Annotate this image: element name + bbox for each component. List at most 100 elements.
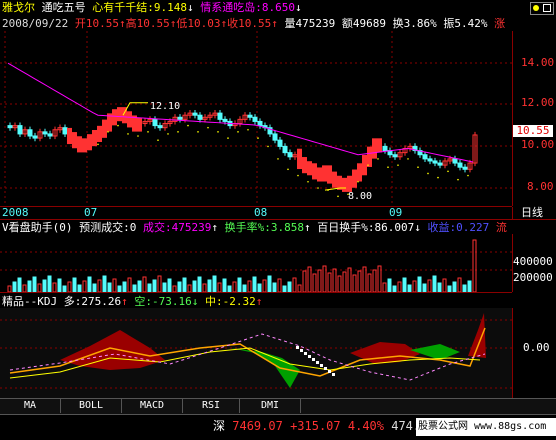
- candle-body: [137, 117, 142, 132]
- candle-body: [42, 131, 48, 135]
- candle-body: [372, 138, 377, 159]
- volume-bar: [82, 280, 87, 292]
- arrow-down-icon: ↓: [414, 221, 421, 234]
- arrow-up-icon: ↑: [303, 221, 311, 234]
- trail-dot: [217, 131, 219, 133]
- open-label: 开: [74, 17, 86, 30]
- bull-label: 多:: [63, 295, 82, 308]
- tab-macd[interactable]: MACD: [122, 399, 183, 413]
- volume-bar: [272, 282, 277, 292]
- volume-bar: [322, 265, 327, 292]
- candle-body: [72, 132, 77, 149]
- arrow-up-icon: ↑: [255, 295, 263, 308]
- volume-bar: [377, 265, 382, 292]
- tab-rsi[interactable]: RSI: [183, 399, 240, 413]
- price-panel[interactable]: 12.10 8.00: [0, 31, 512, 207]
- kdj-marker: [324, 367, 327, 370]
- arrow-up-icon: ↑: [211, 221, 218, 234]
- volume-bar: [352, 274, 357, 292]
- volume-bar: [247, 280, 252, 292]
- watermark: 股票公式网 www.88gs.com: [416, 418, 556, 436]
- volume-bar: [412, 280, 417, 292]
- volume-bar: [397, 281, 402, 292]
- volume-bar: [57, 278, 62, 292]
- kdj-panel[interactable]: [0, 308, 512, 398]
- volume-bar: [432, 275, 437, 292]
- circle-icon[interactable]: [533, 5, 539, 11]
- volume-bar: [142, 276, 147, 292]
- candle-body: [377, 138, 382, 153]
- candle-body: [452, 158, 458, 164]
- volume-bar: [222, 278, 227, 292]
- candle-body: [7, 125, 13, 129]
- volume-bar: [267, 275, 272, 292]
- candle-body: [27, 129, 33, 137]
- volume-bar: [17, 277, 22, 292]
- volume-bar: [127, 277, 132, 292]
- trail-dot: [247, 128, 249, 131]
- volume-bar: [232, 281, 237, 292]
- arrow-up-icon: ↑: [121, 295, 128, 308]
- candle-body: [17, 125, 23, 135]
- date-value: 2008/09/22: [2, 17, 69, 30]
- trail-dot: [147, 131, 149, 133]
- earnings: 收益:0.227: [427, 221, 490, 234]
- flow-label: 流: [495, 221, 507, 234]
- index-quote: 深 7469.07 +315.07 4.40% 474.92亿: [213, 419, 447, 433]
- volume-bar: [337, 275, 342, 292]
- trail-dot: [287, 168, 289, 171]
- trail-dot: [107, 131, 109, 133]
- volume-bar: [452, 281, 457, 292]
- candle-body: [47, 133, 53, 137]
- volume-bar: [317, 269, 322, 292]
- volume-bar: [102, 275, 107, 292]
- arrow-down-icon: ↓: [187, 1, 194, 14]
- candle-body: [322, 165, 327, 182]
- candle-body: [62, 127, 68, 135]
- trail-dot: [137, 135, 139, 137]
- close-label: 收: [227, 17, 239, 30]
- current-price-marker: 10.55: [513, 125, 553, 137]
- square-icon[interactable]: [543, 4, 551, 12]
- volume-bar: [227, 285, 232, 292]
- trail-dot: [317, 187, 319, 189]
- period-selector[interactable]: 日线: [512, 207, 556, 220]
- volume-bar: [62, 285, 67, 292]
- date-label: 09: [389, 206, 403, 219]
- volume-bar: [422, 283, 427, 292]
- tab-boll[interactable]: BOLL: [61, 399, 122, 413]
- candle-body: [152, 118, 158, 127]
- candle-body: [327, 165, 332, 184]
- volume-bar: [157, 275, 162, 292]
- trail-dot: [127, 133, 129, 135]
- predicted-volume: 预测成交:0: [79, 221, 137, 234]
- volume-bar: [97, 279, 102, 292]
- volume-bar: [462, 284, 467, 292]
- candle-body: [247, 114, 253, 118]
- tab-dmi[interactable]: DMI: [240, 399, 301, 413]
- trail-dot: [367, 164, 369, 166]
- trail-dot: [457, 178, 459, 181]
- volume-bar: [302, 270, 307, 292]
- price-tick: 12.00: [521, 96, 555, 109]
- tab-ma[interactable]: MA: [0, 399, 61, 413]
- amplitude-value: 5.42%: [454, 17, 488, 30]
- trail-dot: [307, 180, 309, 183]
- volume-bar: [162, 282, 167, 292]
- window-control-buttons[interactable]: [530, 2, 554, 15]
- bear-label: 空:: [134, 295, 152, 308]
- kdj-marker: [296, 346, 299, 349]
- volume-bar: [332, 268, 337, 292]
- trade-volume: 成交:475239: [143, 221, 212, 234]
- index-name: 深: [213, 419, 226, 433]
- volume-bar: [357, 270, 362, 292]
- candle-body: [257, 120, 263, 127]
- candle-body: [352, 169, 357, 188]
- volume-bar: [22, 284, 27, 292]
- candle-body: [432, 160, 438, 164]
- price-tick: 14.00: [521, 56, 555, 69]
- period-label[interactable]: 日线: [521, 207, 543, 219]
- kdj-marker: [308, 355, 311, 358]
- volume-panel[interactable]: [0, 234, 512, 293]
- candle-body: [287, 152, 293, 158]
